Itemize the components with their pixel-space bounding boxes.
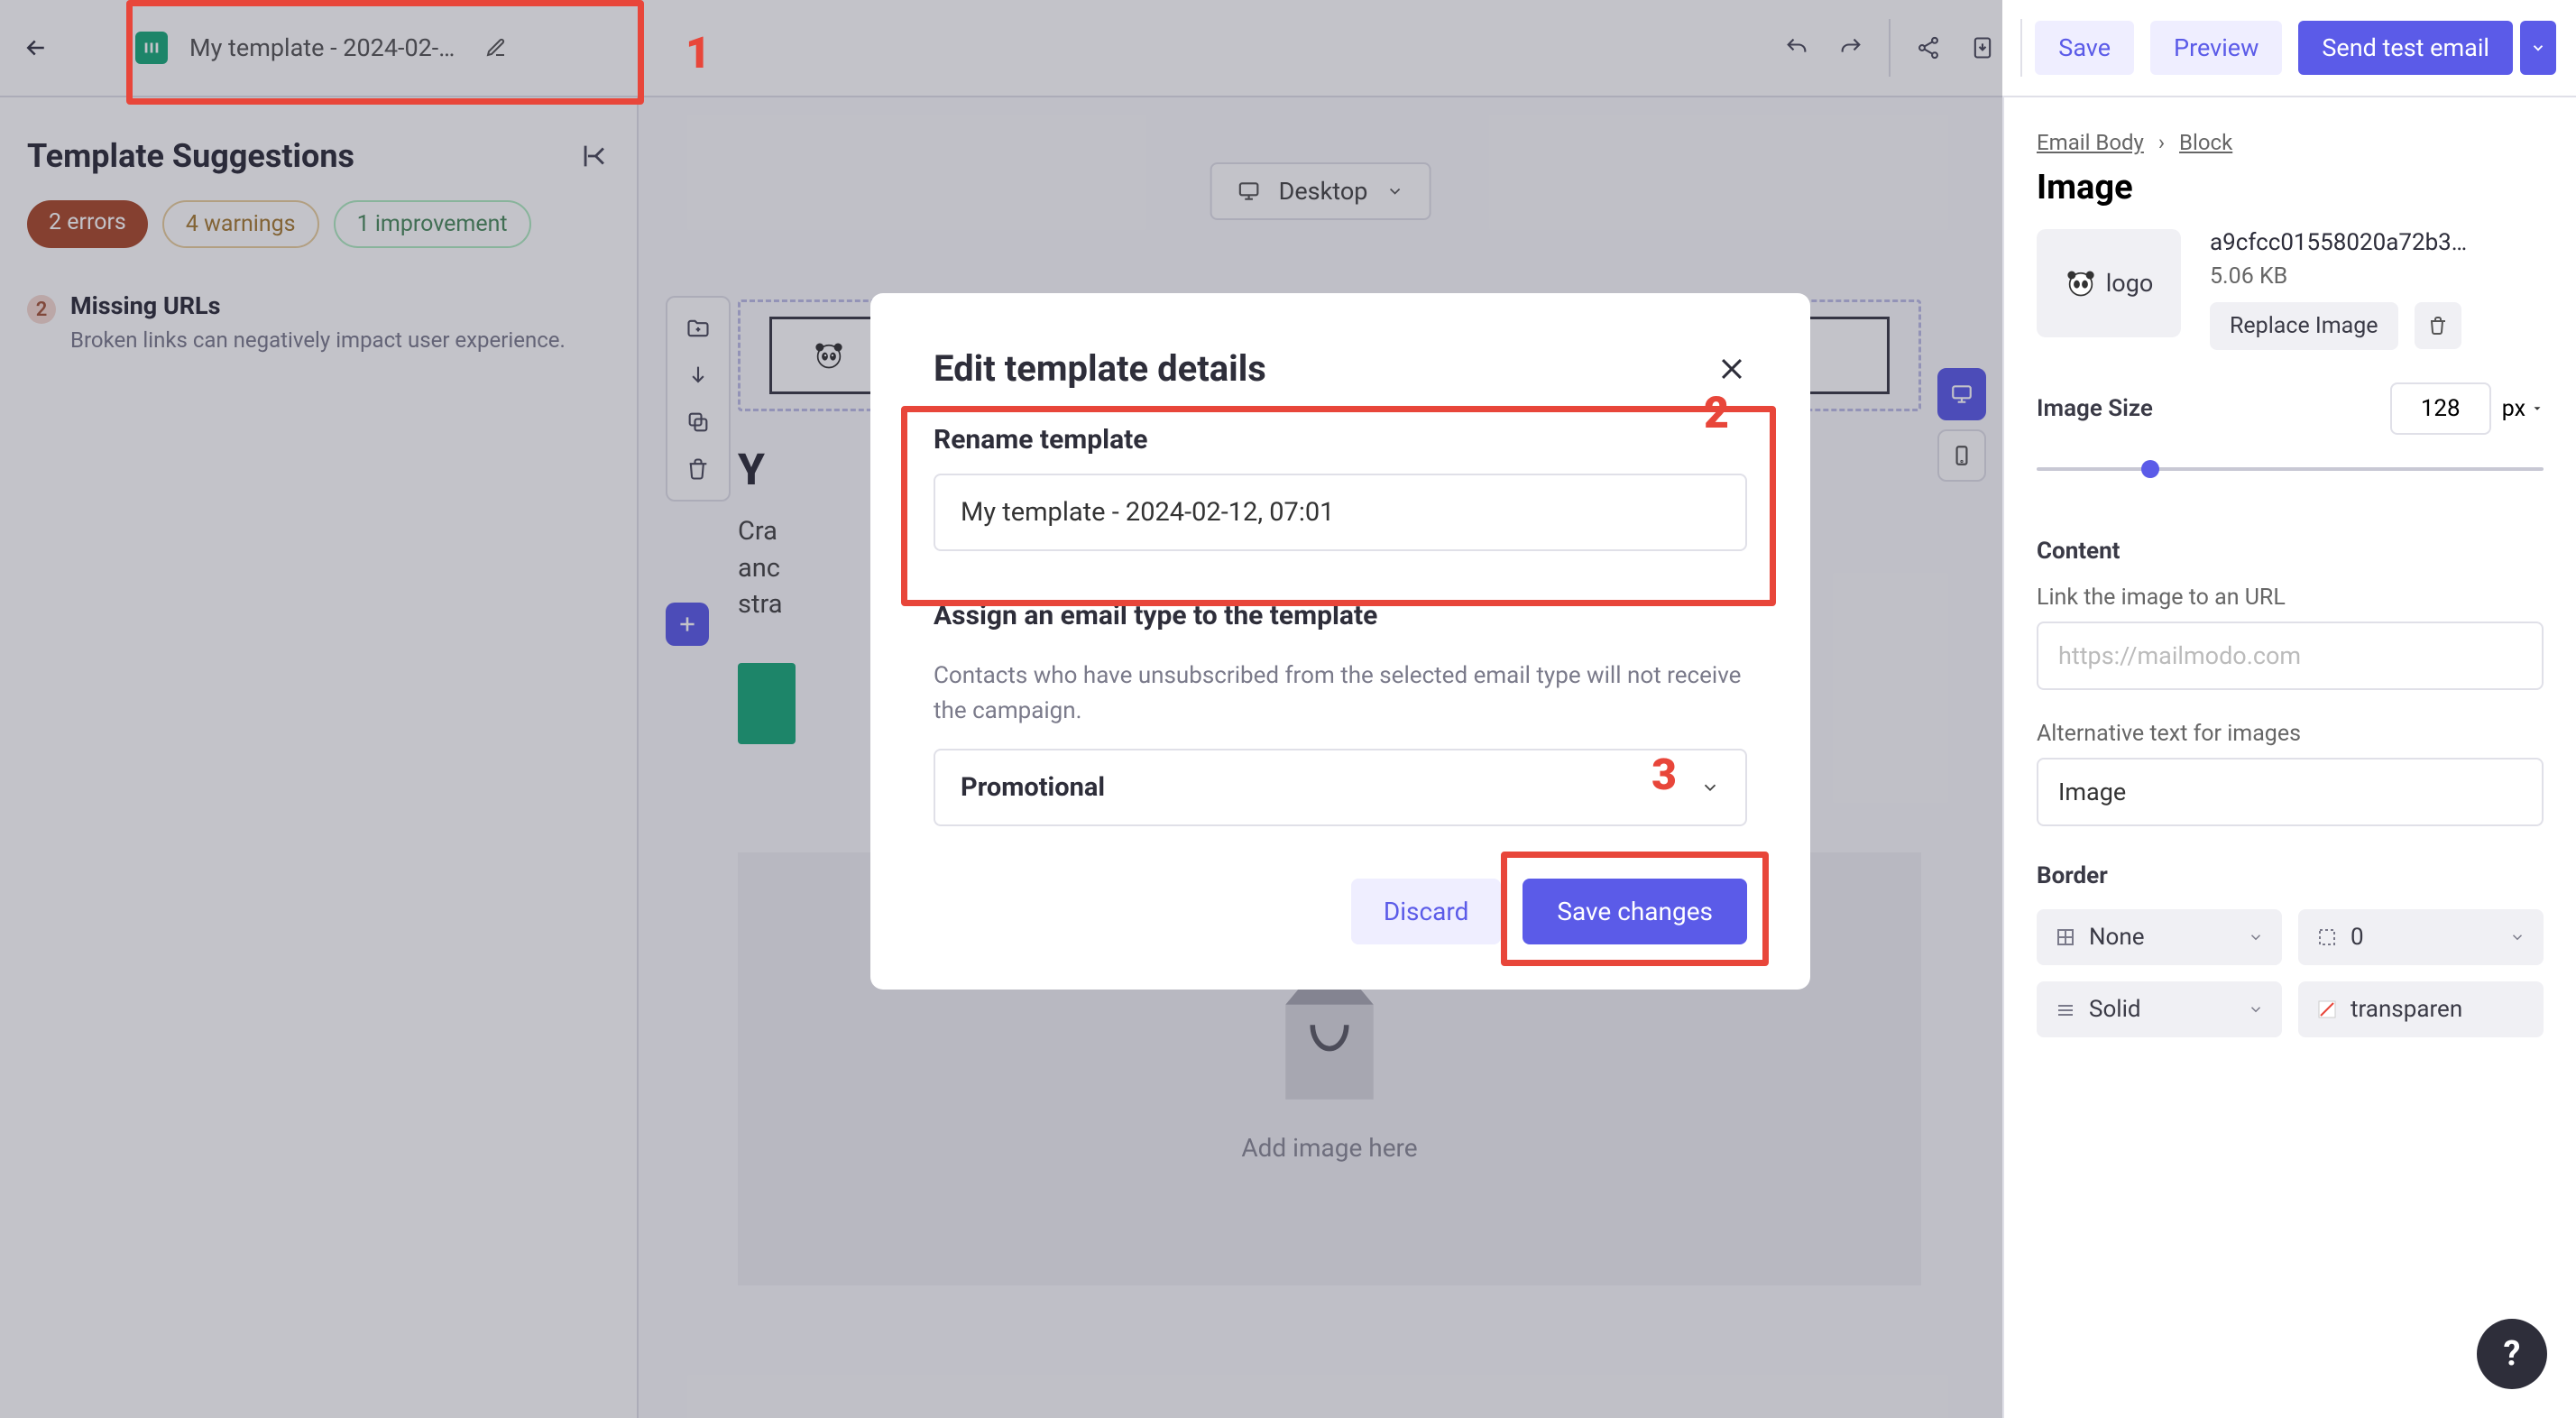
image-size-unit[interactable]: px xyxy=(2502,396,2544,422)
edit-template-modal: Edit template details Rename template 2 … xyxy=(870,293,1810,990)
border-style-select[interactable]: Solid xyxy=(2037,981,2282,1037)
chevron-down-icon xyxy=(1700,778,1720,797)
link-input[interactable] xyxy=(2037,622,2544,690)
close-icon[interactable] xyxy=(1716,354,1747,384)
alt-input[interactable] xyxy=(2037,758,2544,826)
image-size-label: Image Size xyxy=(2037,395,2153,422)
preview-button[interactable]: Preview xyxy=(2150,21,2282,75)
image-filename: a9cfcc01558020a72b3… xyxy=(2210,229,2498,256)
border-width-icon xyxy=(2316,926,2338,948)
help-button[interactable]: ? xyxy=(2477,1319,2547,1389)
chevron-down-icon xyxy=(2248,929,2264,945)
type-label: Assign an email type to the template xyxy=(934,600,1747,631)
caret-down-icon xyxy=(2531,402,2544,415)
crumb-block[interactable]: Block xyxy=(2179,130,2232,155)
image-meta-block: logo a9cfcc01558020a72b3… 5.06 KB Replac… xyxy=(2037,229,2544,350)
image-size-slider[interactable] xyxy=(2037,467,2544,471)
replace-image-button[interactable]: Replace Image xyxy=(2210,302,2398,350)
send-test-button[interactable]: Send test email xyxy=(2298,21,2513,75)
discard-button[interactable]: Discard xyxy=(1351,879,1502,944)
link-label: Link the image to an URL xyxy=(2037,585,2544,611)
border-section-label: Border xyxy=(2037,862,2544,889)
image-filesize: 5.06 KB xyxy=(2210,263,2544,290)
rename-input[interactable] xyxy=(934,474,1747,551)
image-thumbnail[interactable]: logo xyxy=(2037,229,2181,337)
crumb-email-body[interactable]: Email Body xyxy=(2037,130,2144,155)
save-button[interactable]: Save xyxy=(2035,21,2134,75)
save-changes-button[interactable]: Save changes xyxy=(1523,879,1747,944)
type-desc: Contacts who have unsubscribed from the … xyxy=(934,658,1747,729)
border-side-select[interactable]: None xyxy=(2037,909,2282,965)
delete-image-button[interactable] xyxy=(2415,302,2461,349)
properties-panel: Email Body › Block Image logo a9cfcc0155… xyxy=(2002,97,2576,1418)
send-test-dropdown[interactable] xyxy=(2520,21,2556,75)
chevron-down-icon xyxy=(2509,929,2525,945)
email-type-select[interactable]: Promotional xyxy=(934,749,1747,826)
image-size-input[interactable] xyxy=(2390,382,2491,435)
divider xyxy=(2020,19,2022,77)
border-style-icon xyxy=(2055,999,2076,1020)
rename-label: Rename template xyxy=(934,424,1747,456)
transparent-icon xyxy=(2316,999,2338,1020)
panel-title: Image xyxy=(2037,168,2544,207)
chevron-down-icon xyxy=(2248,1001,2264,1017)
modal-title: Edit template details xyxy=(934,347,1266,390)
breadcrumb: Email Body › Block xyxy=(2037,130,2544,155)
border-all-icon xyxy=(2055,926,2076,948)
border-color-select[interactable]: transparen xyxy=(2298,981,2544,1037)
content-section-label: Content xyxy=(2037,538,2544,565)
border-width-select[interactable]: 0 xyxy=(2298,909,2544,965)
panda-icon xyxy=(2065,267,2097,299)
alt-label: Alternative text for images xyxy=(2037,721,2544,747)
